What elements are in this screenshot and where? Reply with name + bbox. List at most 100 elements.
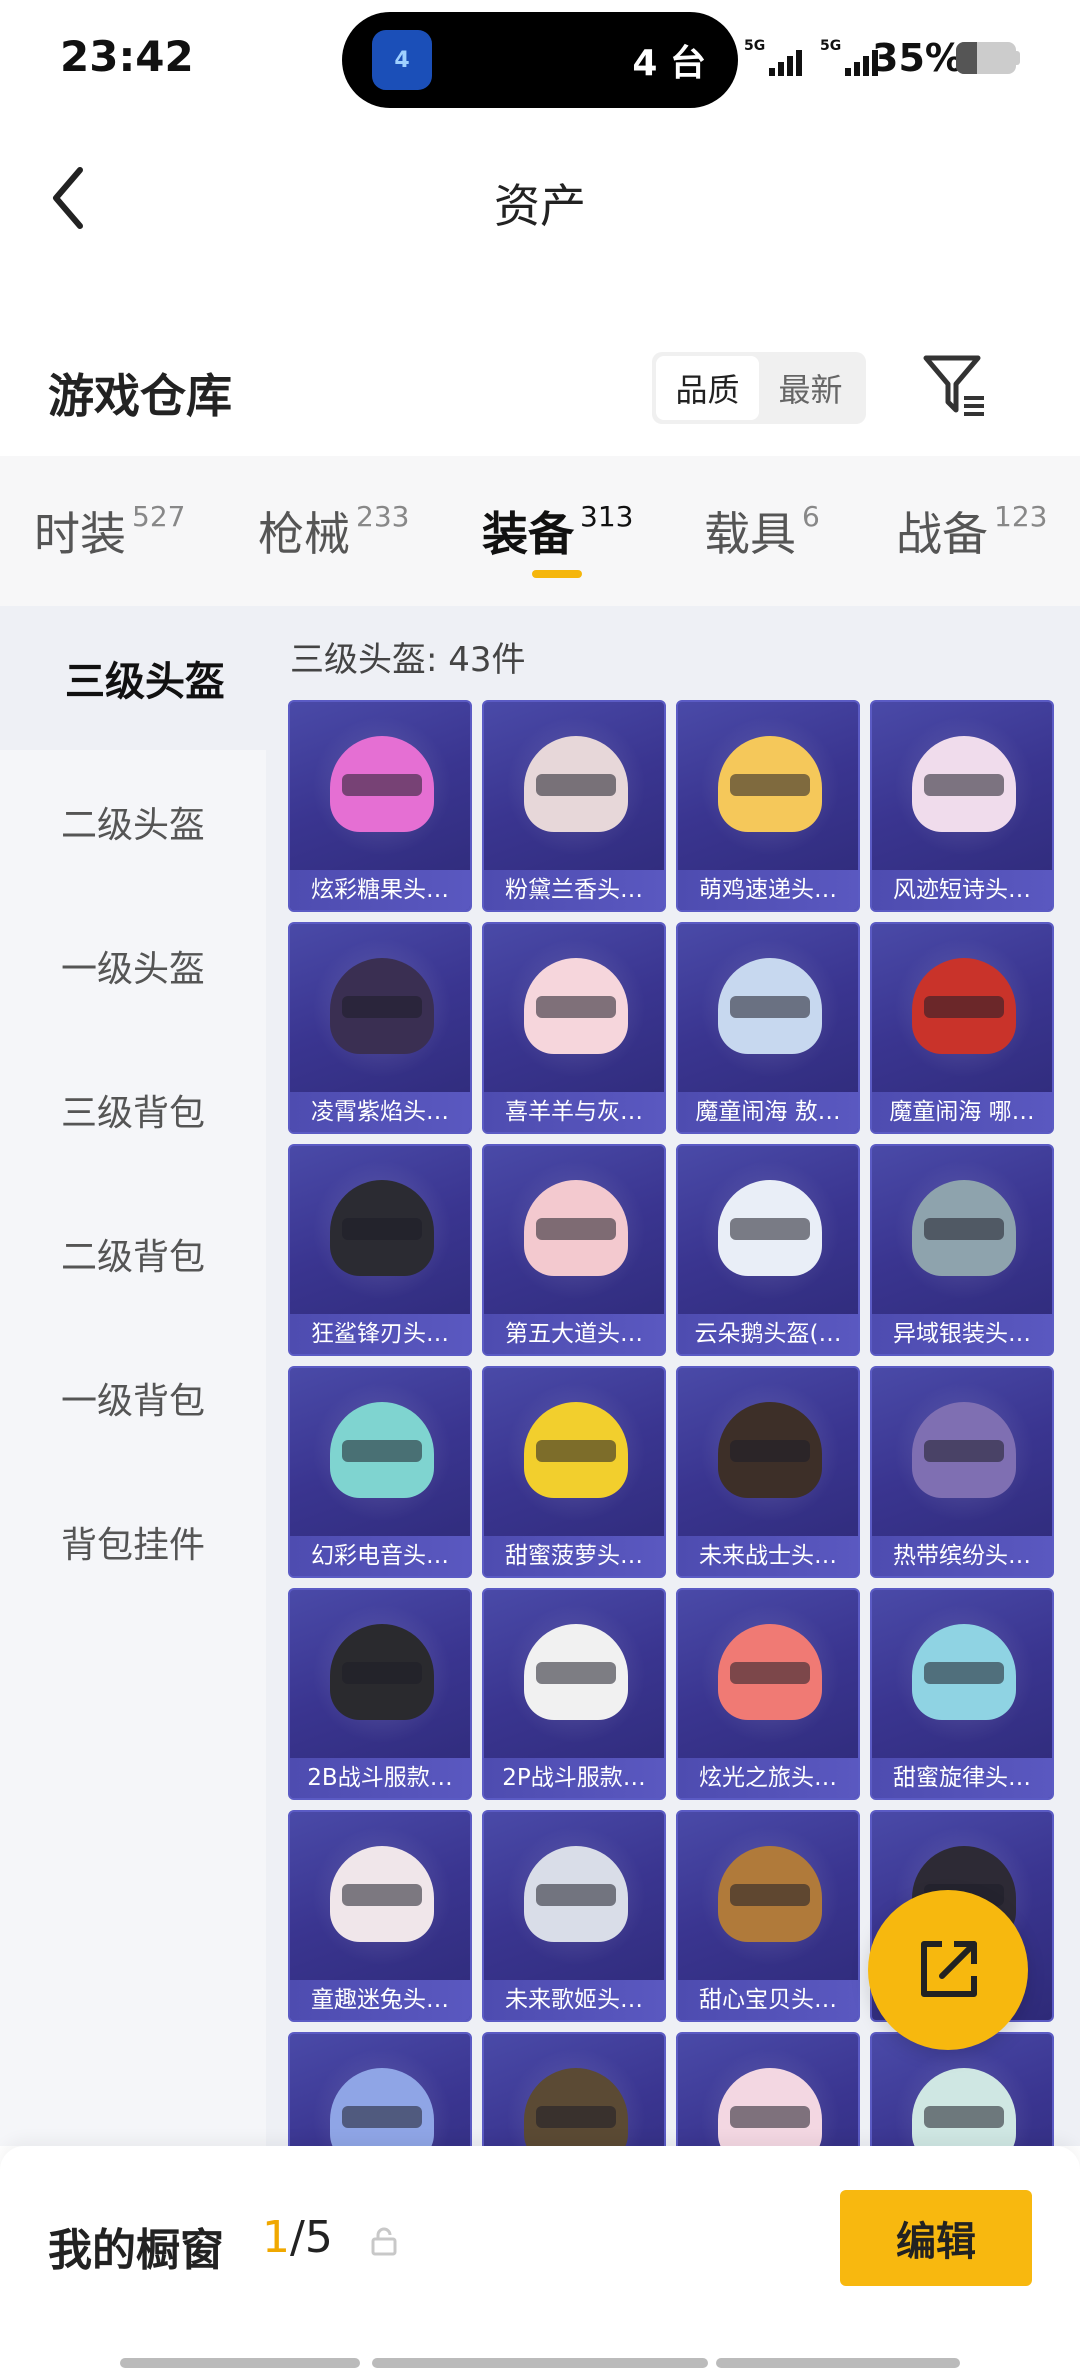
tab-equipment[interactable]: 装备 313 xyxy=(482,498,633,564)
battery-icon xyxy=(956,42,1016,74)
item-card[interactable]: 热带缤纷头… xyxy=(870,1366,1054,1578)
item-card[interactable]: 未来歌姬头… xyxy=(482,1810,666,2022)
item-name: 魔童闹海 哪… xyxy=(872,1092,1052,1132)
item-card[interactable]: 童趣迷兔头… xyxy=(288,1810,472,2022)
sidebar-item-level1-helmet[interactable]: 一级头盔 xyxy=(0,894,266,1038)
helmet-visor xyxy=(342,1218,422,1240)
item-card[interactable] xyxy=(676,2032,860,2160)
category-tabs: 时装 527 枪械 233 装备 313 载具 6 战备 123 xyxy=(0,456,1080,606)
item-card[interactable]: 甜蜜菠萝头… xyxy=(482,1366,666,1578)
helmet-visor xyxy=(730,1884,810,1906)
grid-count-label: 三级头盔: 43件 xyxy=(290,640,526,680)
helmet-visor xyxy=(730,774,810,796)
item-name: 凌霄紫焰头… xyxy=(290,1092,470,1132)
item-name: 炫彩糖果头… xyxy=(290,870,470,910)
helmet-visor xyxy=(342,1440,422,1462)
tab-supplies[interactable]: 战备 123 xyxy=(896,498,1047,564)
battery-percent: 35% xyxy=(872,36,963,80)
item-name: 2B战斗服款… xyxy=(290,1758,470,1798)
helmet-visor xyxy=(536,774,616,796)
item-name: 魔童闹海 敖… xyxy=(678,1092,858,1132)
item-card[interactable]: 炫彩糖果头… xyxy=(288,700,472,912)
item-card[interactable] xyxy=(288,2032,472,2160)
warehouse-title: 游戏仓库 xyxy=(48,369,232,423)
item-name: 第五大道头… xyxy=(484,1314,664,1354)
item-name: 炫光之旅头… xyxy=(678,1758,858,1798)
helmet-visor xyxy=(924,774,1004,796)
filter-button[interactable] xyxy=(920,350,990,420)
item-card[interactable]: 幻彩电音头… xyxy=(288,1366,472,1578)
page-title: 资产 xyxy=(494,179,586,233)
edit-button[interactable]: 编辑 xyxy=(840,2190,1032,2286)
tab-fashion[interactable]: 时装 527 xyxy=(34,498,185,564)
item-card[interactable]: 炫光之旅头… xyxy=(676,1588,860,1800)
helmet-visor xyxy=(536,1884,616,1906)
battery-tip xyxy=(1016,51,1020,65)
sort-latest-button[interactable]: 最新 xyxy=(759,356,862,420)
helmet-visor xyxy=(924,2106,1004,2128)
helmet-visor xyxy=(536,2106,616,2128)
sidebar-item-level2-helmet[interactable]: 二级头盔 xyxy=(0,750,266,894)
item-name: 幻彩电音头… xyxy=(290,1536,470,1576)
item-card[interactable]: 喜羊羊与灰… xyxy=(482,922,666,1134)
item-card[interactable]: 凌霄紫焰头… xyxy=(288,922,472,1134)
item-name: 童趣迷兔头… xyxy=(290,1980,470,2020)
item-name: 粉黛兰香头… xyxy=(484,870,664,910)
helmet-visor xyxy=(924,996,1004,1018)
sidebar-item-level1-backpack[interactable]: 一级背包 xyxy=(0,1326,266,1470)
showcase-bar: 我的橱窗 1/5 编辑 xyxy=(0,2146,1080,2376)
sidebar-item-level3-backpack[interactable]: 三级背包 xyxy=(0,1038,266,1182)
item-name: 萌鸡速递头… xyxy=(678,870,858,910)
helmet-visor xyxy=(730,996,810,1018)
sidebar-item-level2-backpack[interactable]: 二级背包 xyxy=(0,1182,266,1326)
dynamic-island[interactable]: 4 4 台 xyxy=(342,12,738,108)
item-card[interactable]: 第五大道头… xyxy=(482,1144,666,1356)
filter-icon xyxy=(923,355,984,416)
helmet-visor xyxy=(536,996,616,1018)
helmet-visor xyxy=(536,1218,616,1240)
sidebar-item-level3-helmet[interactable]: 三级头盔 xyxy=(0,606,290,750)
item-card[interactable]: 狂鲨锋刃头… xyxy=(288,1144,472,1356)
helmet-visor xyxy=(342,2106,422,2128)
item-card[interactable] xyxy=(482,2032,666,2160)
item-card[interactable]: 甜蜜旋律头… xyxy=(870,1588,1054,1800)
helmet-visor xyxy=(342,1662,422,1684)
item-name: 甜心宝贝头… xyxy=(678,1980,858,2020)
item-card[interactable]: 粉黛兰香头… xyxy=(482,700,666,912)
item-card[interactable] xyxy=(870,2032,1054,2160)
helmet-visor xyxy=(342,996,422,1018)
tab-vehicles[interactable]: 载具 6 xyxy=(704,498,820,564)
sort-quality-button[interactable]: 品质 xyxy=(656,356,759,420)
share-button[interactable] xyxy=(868,1890,1028,2050)
item-card[interactable]: 萌鸡速递头… xyxy=(676,700,860,912)
helmet-visor xyxy=(924,1662,1004,1684)
item-name: 未来歌姬头… xyxy=(484,1980,664,2020)
item-card[interactable]: 魔童闹海 敖… xyxy=(676,922,860,1134)
item-card[interactable]: 异域银装头… xyxy=(870,1144,1054,1356)
active-tab-indicator xyxy=(532,570,582,578)
item-card[interactable]: 2B战斗服款… xyxy=(288,1588,472,1800)
item-card[interactable]: 甜心宝贝头… xyxy=(676,1810,860,2022)
tab-weapons[interactable]: 枪械 233 xyxy=(258,498,409,564)
helmet-visor xyxy=(924,1218,1004,1240)
item-card[interactable]: 魔童闹海 哪… xyxy=(870,922,1054,1134)
item-name: 甜蜜菠萝头… xyxy=(484,1536,664,1576)
item-name: 甜蜜旋律头… xyxy=(872,1758,1052,1798)
item-card[interactable]: 风迹短诗头… xyxy=(870,700,1054,912)
share-icon xyxy=(921,1941,977,1997)
home-indicator-mid xyxy=(372,2358,708,2368)
status-bar: 23:42 4 4 台 5G 5G 35% xyxy=(0,0,1080,120)
helmet-visor xyxy=(730,1662,810,1684)
sidebar-item-backpack-charm[interactable]: 背包挂件 xyxy=(0,1470,266,1614)
home-indicator-right xyxy=(716,2358,960,2368)
item-name: 云朵鹅头盔(… xyxy=(678,1314,858,1354)
item-card[interactable]: 2P战斗服款… xyxy=(482,1588,666,1800)
item-card[interactable]: 未来战士头… xyxy=(676,1366,860,1578)
item-name: 喜羊羊与灰… xyxy=(484,1092,664,1132)
signal-icon: 5G xyxy=(744,38,802,78)
helmet-visor xyxy=(924,1440,1004,1462)
item-card[interactable]: 云朵鹅头盔(… xyxy=(676,1144,860,1356)
helmet-visor xyxy=(730,1440,810,1462)
item-name: 异域银装头… xyxy=(872,1314,1052,1354)
showcase-count: 1/5 xyxy=(262,2212,333,2263)
